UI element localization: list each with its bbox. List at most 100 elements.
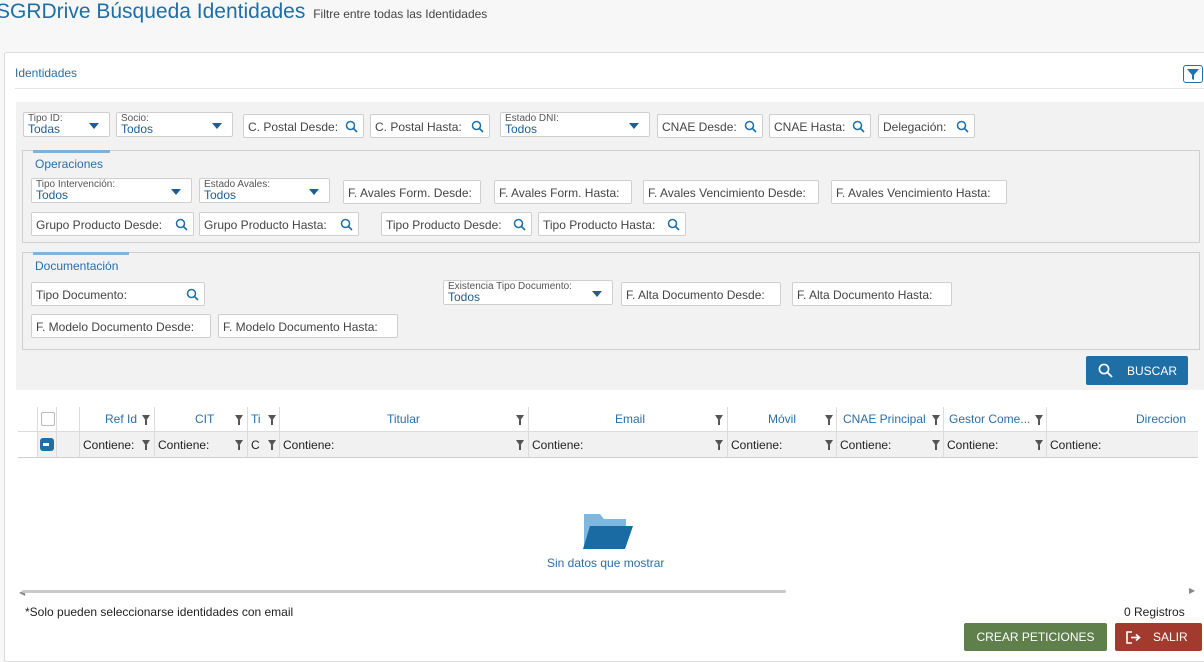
- filter-cell-email[interactable]: Contiene:: [529, 432, 728, 458]
- toggle-icon: [43, 443, 49, 446]
- filter-icon[interactable]: [235, 440, 243, 450]
- identidades-grid: Ref Id CIT Ti Titular Email Móvil CNAE P…: [18, 407, 1198, 459]
- filter-cell-ref-id[interactable]: Contiene:: [80, 432, 155, 458]
- buscar-button[interactable]: BUSCAR: [1086, 356, 1188, 385]
- filter-icon[interactable]: [1035, 440, 1043, 450]
- filter-row-toggle-button[interactable]: [40, 438, 54, 451]
- f-modelo-doc-desde-label: F. Modelo Documento Desde:: [36, 320, 195, 334]
- f-avales-form-desde-field[interactable]: F. Avales Form. Desde:: [343, 180, 481, 204]
- panel-title: Identidades: [15, 66, 78, 80]
- select-all-checkbox[interactable]: [41, 412, 55, 426]
- toggle-filters-button[interactable]: [1183, 65, 1203, 83]
- tipo-intervencion-select[interactable]: Tipo Intervención: Todos: [31, 178, 192, 203]
- filter-icon[interactable]: [825, 440, 833, 450]
- documentacion-accent: [33, 252, 129, 255]
- filter-icon[interactable]: [235, 415, 243, 425]
- cnae-hasta-label: CNAE Hasta:: [774, 120, 846, 134]
- f-avales-form-hasta-field[interactable]: F. Avales Form. Hasta:: [494, 180, 632, 204]
- filter-cell-titular[interactable]: Contiene:: [280, 432, 529, 458]
- filter-icon[interactable]: [825, 415, 833, 425]
- filter-cell-cit[interactable]: Contiene:: [155, 432, 248, 458]
- tipo-id-select[interactable]: Tipo ID: Todas: [23, 112, 110, 137]
- grupo-producto-desde-field[interactable]: Grupo Producto Desde:: [31, 212, 194, 236]
- f-alta-doc-desde-label: F. Alta Documento Desde:: [626, 288, 765, 302]
- existencia-tipo-documento-select[interactable]: Existencia Tipo Documento: Todos: [443, 280, 613, 305]
- filter-icon[interactable]: [932, 415, 940, 425]
- col-header-movil[interactable]: Móvil: [728, 407, 837, 432]
- f-alta-doc-desde-field[interactable]: F. Alta Documento Desde:: [621, 282, 781, 306]
- filter-cell-ti[interactable]: C: [248, 432, 280, 458]
- folder-icon: [583, 514, 633, 549]
- tipo-documento-field[interactable]: Tipo Documento:: [31, 282, 205, 306]
- crear-peticiones-button[interactable]: CREAR PETICIONES: [964, 623, 1107, 651]
- col-header-direccion[interactable]: Direccion: [1047, 407, 1198, 432]
- filter-icon[interactable]: [142, 415, 150, 425]
- col-ref-id-label: Ref Id: [105, 412, 138, 426]
- tipo-producto-hasta-field[interactable]: Tipo Producto Hasta:: [538, 212, 686, 236]
- horizontal-scrollbar[interactable]: [22, 590, 786, 593]
- search-icon[interactable]: [175, 218, 188, 231]
- tipo-producto-desde-field[interactable]: Tipo Producto Desde:: [381, 212, 532, 236]
- filter-icon[interactable]: [516, 440, 524, 450]
- filter-row-gutter: [18, 432, 38, 458]
- f-modelo-doc-hasta-field[interactable]: F. Modelo Documento Hasta:: [218, 314, 398, 338]
- filter-icon[interactable]: [932, 440, 940, 450]
- filter-movil-value: Contiene:: [731, 438, 783, 452]
- cnae-hasta-field[interactable]: CNAE Hasta:: [769, 114, 871, 138]
- filter-icon[interactable]: [142, 440, 150, 450]
- delegacion-label: Delegación:: [883, 120, 947, 134]
- filter-cell-movil[interactable]: Contiene:: [728, 432, 837, 458]
- search-icon[interactable]: [471, 120, 484, 133]
- filter-icon[interactable]: [1035, 415, 1043, 425]
- search-icon[interactable]: [956, 120, 969, 133]
- col-header-cit[interactable]: CIT: [155, 407, 248, 432]
- salir-button[interactable]: SALIR: [1115, 623, 1202, 651]
- tipo-documento-label: Tipo Documento:: [36, 288, 127, 302]
- filter-icon[interactable]: [715, 440, 723, 450]
- f-avales-venc-hasta-field[interactable]: F. Avales Vencimiento Hasta:: [831, 180, 1007, 204]
- search-icon[interactable]: [186, 288, 199, 301]
- page-title-text: SGRDrive Búsqueda Identidades: [0, 0, 306, 23]
- col-header-titular[interactable]: Titular: [280, 407, 529, 432]
- f-alta-doc-hasta-label: F. Alta Documento Hasta:: [797, 288, 933, 302]
- filter-icon[interactable]: [715, 415, 723, 425]
- filter-row-action-cell: [57, 432, 80, 458]
- scroll-right-icon[interactable]: ▶: [1189, 586, 1195, 595]
- chevron-down-icon: [309, 189, 319, 195]
- socio-select[interactable]: Socio: Todos: [116, 112, 233, 137]
- col-header-cnae[interactable]: CNAE Principal: [837, 407, 944, 432]
- grupo-producto-hasta-field[interactable]: Grupo Producto Hasta:: [199, 212, 359, 236]
- empty-state-text: Sin datos que mostrar: [547, 556, 665, 570]
- filter-icon[interactable]: [268, 415, 276, 425]
- col-header-email[interactable]: Email: [529, 407, 728, 432]
- f-modelo-doc-desde-field[interactable]: F. Modelo Documento Desde:: [31, 314, 211, 338]
- cp-desde-field[interactable]: C. Postal Desde:: [243, 114, 364, 138]
- filter-icon[interactable]: [268, 440, 276, 450]
- estado-dni-select[interactable]: Estado DNI: Todos: [500, 112, 650, 137]
- col-header-gestor[interactable]: Gestor Come...: [944, 407, 1047, 432]
- search-icon[interactable]: [852, 120, 865, 133]
- col-header-ref-id[interactable]: Ref Id: [80, 407, 155, 432]
- tipo-producto-hasta-label: Tipo Producto Hasta:: [543, 218, 656, 232]
- search-icon[interactable]: [340, 218, 353, 231]
- col-titular-label: Titular: [387, 412, 420, 426]
- page-title: SGRDrive Búsqueda Identidades Filtre ent…: [0, 0, 487, 24]
- estado-avales-select[interactable]: Estado Avales: Todos: [199, 178, 330, 203]
- filter-cit-value: Contiene:: [158, 438, 210, 452]
- cnae-desde-field[interactable]: CNAE Desde:: [657, 114, 763, 138]
- col-header-ti[interactable]: Ti: [248, 407, 280, 432]
- filter-cell-gestor[interactable]: Contiene:: [944, 432, 1047, 458]
- search-icon[interactable]: [513, 218, 526, 231]
- filter-cell-direccion[interactable]: Contiene:: [1047, 432, 1198, 458]
- f-avales-venc-desde-field[interactable]: F. Avales Vencimiento Desde:: [643, 180, 819, 204]
- cp-hasta-field[interactable]: C. Postal Hasta:: [370, 114, 490, 138]
- filter-icon[interactable]: [516, 415, 524, 425]
- search-icon[interactable]: [345, 120, 358, 133]
- filter-cell-cnae[interactable]: Contiene:: [837, 432, 944, 458]
- f-alta-doc-hasta-field[interactable]: F. Alta Documento Hasta:: [792, 282, 952, 306]
- f-avales-form-hasta-label: F. Avales Form. Hasta:: [499, 186, 620, 200]
- delegacion-field[interactable]: Delegación:: [878, 114, 975, 138]
- chevron-down-icon: [212, 123, 222, 129]
- search-icon[interactable]: [667, 218, 680, 231]
- search-icon[interactable]: [744, 120, 757, 133]
